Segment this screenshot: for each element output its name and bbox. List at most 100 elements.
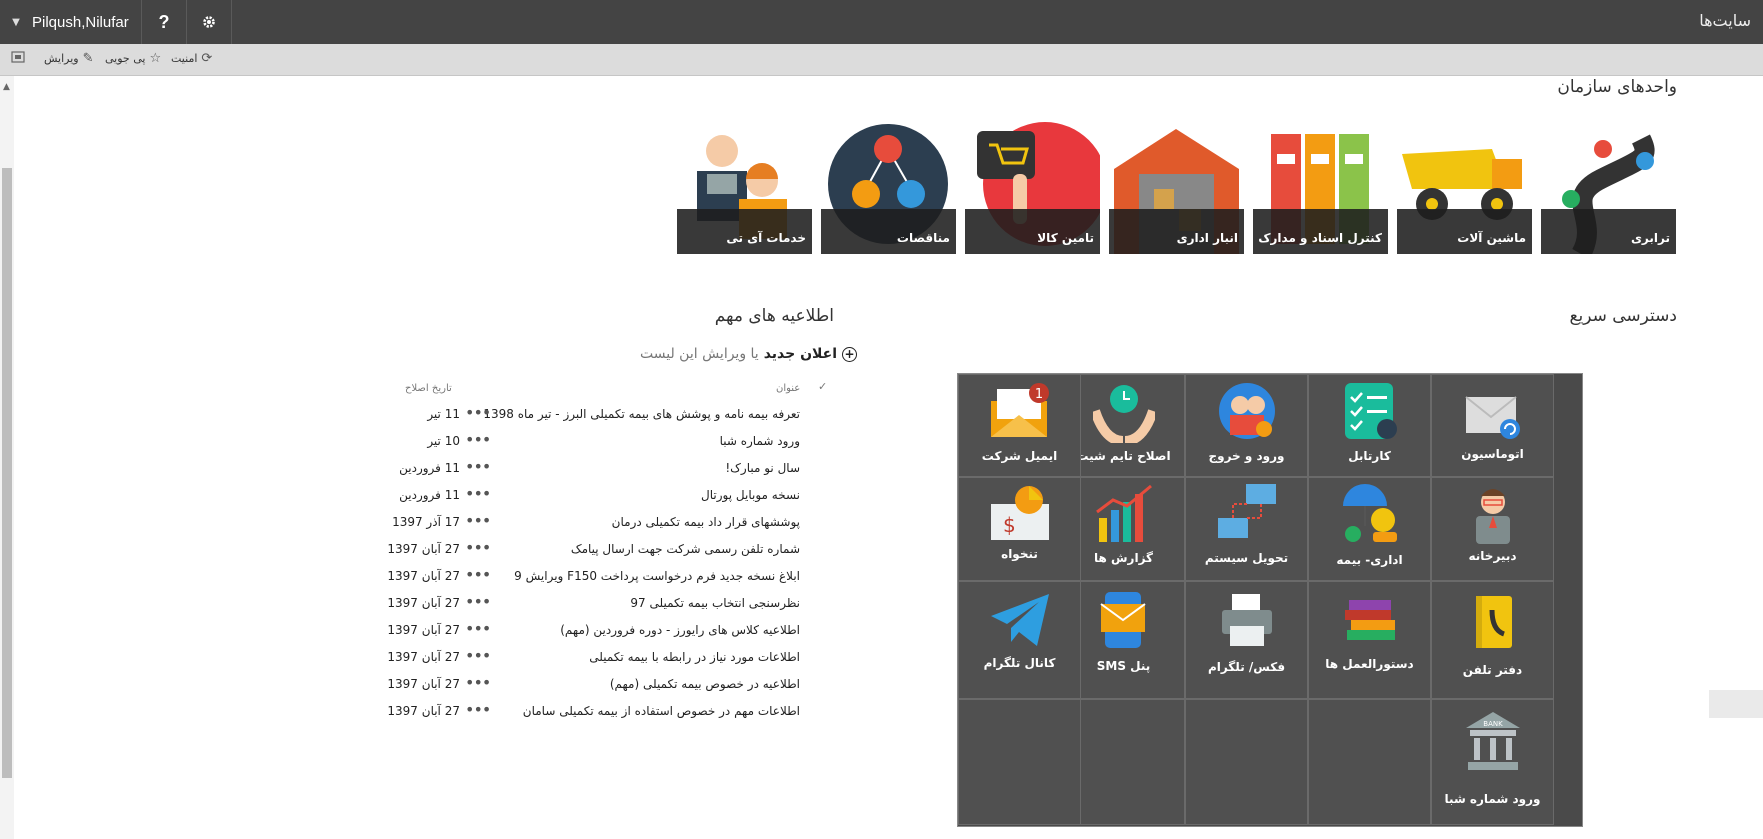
follow-label: پی جویی [105, 52, 146, 65]
more-options-icon[interactable]: ••• [465, 700, 491, 719]
column-header-title[interactable]: عنوان [776, 383, 800, 394]
announcement-title-link[interactable]: سال نو مبارک! [725, 461, 800, 475]
quick-company-email[interactable]: 1 ایمیل شرکت [958, 374, 1081, 477]
announcement-title-link[interactable]: ابلاغ نسخه جدید فرم درخواست پرداخت F150 … [514, 569, 800, 583]
announcement-title-link[interactable]: نسخه موبایل پورتال [701, 488, 800, 502]
quick-access-title: دسترسی سریع [1569, 306, 1677, 326]
tile-it-services[interactable]: خدمات آی تی [677, 119, 812, 254]
new-announcement-bar: + اعلان جدید یا ویرایش این لیست [640, 346, 858, 362]
tile-transport[interactable]: ترابری [1541, 119, 1676, 254]
more-options-icon[interactable]: ••• [465, 646, 491, 665]
quick-sheba-entry[interactable]: BANK ورود شماره شبا [1431, 699, 1554, 825]
modified-date: 27 آبان 1397 [387, 677, 460, 691]
quick-petty-cash[interactable]: $ تنخواه [958, 477, 1081, 581]
announcement-title-link[interactable]: تعرفه بیمه نامه و پوشش های بیمه تکمیلی ا… [483, 407, 800, 421]
list-item[interactable]: ورود شماره شبا ••• 10 تیر [380, 430, 800, 456]
vertical-scrollbar[interactable]: ▲ [0, 76, 14, 839]
select-all-checkmark[interactable]: ✓ [818, 380, 827, 393]
list-item[interactable]: اطلاعیه کلاس های رایورز - دوره فروردین (… [380, 619, 800, 645]
more-options-icon[interactable]: ••• [465, 538, 491, 557]
list-item[interactable]: ابلاغ نسخه جدید فرم درخواست پرداخت F150 … [380, 565, 800, 591]
quick-secretariat[interactable]: دبیرخانه [1431, 477, 1554, 581]
modified-date: 11 فروردین [399, 488, 460, 502]
column-header-modified[interactable]: تاریخ اصلاح [405, 383, 452, 394]
tile-label: ترابری [1541, 209, 1676, 254]
modified-date: 27 آبان 1397 [387, 650, 460, 664]
security-button[interactable]: امنیت ⟳ [171, 51, 212, 66]
quick-phone-book[interactable]: دفتر تلفن [1431, 581, 1554, 699]
list-item[interactable]: پوششهای قرار داد بیمه تکمیلی درمان ••• 17 … [380, 511, 800, 537]
tile-document-control[interactable]: کنترل اسناد و مدارک [1253, 119, 1388, 254]
modified-date: 27 آبان 1397 [387, 704, 460, 718]
bar-chart-icon [1096, 484, 1152, 542]
settings-button[interactable] [186, 0, 232, 44]
edit-button[interactable]: ویرایش ✎ [44, 51, 94, 66]
user-menu[interactable]: ▼ Pilqush,Nilufar [0, 0, 147, 44]
quick-admin-insurance[interactable]: اداری- بیمه [1308, 477, 1431, 581]
command-bar: ویرایش ✎ پی جویی ☆ امنیت ⟳ [0, 44, 1763, 76]
list-item[interactable]: شماره تلفن رسمی شرکت جهت ارسال پیامک ••• 2… [380, 538, 800, 564]
focus-icon [11, 51, 25, 63]
list-item[interactable]: نسخه موبایل پورتال ••• 11 فروردین [380, 484, 800, 510]
more-options-icon[interactable]: ••• [465, 403, 491, 422]
quick-instructions[interactable]: دستورالعمل ها [1308, 581, 1431, 699]
more-options-icon[interactable]: ••• [465, 430, 491, 449]
list-item[interactable]: اطلاعات مورد نیاز در رابطه با بیمه تکمیل… [380, 646, 800, 672]
user-name[interactable]: Pilqush,Nilufar [32, 14, 147, 31]
tile-label: مناقصات [821, 209, 956, 254]
announcement-title-link[interactable]: اطلاعات مورد نیاز در رابطه با بیمه تکمیل… [589, 650, 800, 664]
scrollbar-thumb[interactable] [2, 168, 12, 778]
more-options-icon[interactable]: ••• [465, 619, 491, 638]
list-item[interactable]: تعرفه بیمه نامه و پوشش های بیمه تکمیلی ا… [380, 403, 800, 429]
quick-system-delivery[interactable]: تحویل سیستم [1185, 477, 1308, 581]
help-button[interactable]: ? [141, 0, 186, 44]
announcement-title-link[interactable]: اطلاعیه در خصوص بیمه تکمیلی (مهم) [610, 677, 800, 691]
more-options-icon[interactable]: ••• [465, 565, 491, 584]
chevron-down-icon[interactable]: ▼ [0, 0, 32, 44]
quick-automation[interactable]: اتوماسیون [1431, 374, 1554, 477]
umbrella-coins-icon [1343, 484, 1397, 542]
quick-fax-telegram[interactable]: فکس/ تلگرام [1185, 581, 1308, 699]
announcement-title-link[interactable]: شماره تلفن رسمی شرکت جهت ارسال پیامک [571, 542, 800, 556]
follow-button[interactable]: پی جویی ☆ [105, 51, 161, 66]
add-circle-icon[interactable]: + [842, 346, 858, 362]
more-options-icon[interactable]: ••• [465, 592, 491, 611]
tile-tenders[interactable]: مناقصات [821, 119, 956, 254]
list-item[interactable]: اطلاعیه در خصوص بیمه تکمیلی (مهم) ••• 27 آ… [380, 673, 800, 699]
more-options-icon[interactable]: ••• [465, 457, 491, 476]
quick-empty-cell [958, 699, 1081, 825]
quick-entry-exit[interactable]: ورود و خروج [1185, 374, 1308, 477]
star-icon: ☆ [149, 51, 162, 66]
side-panel-handle[interactable] [1709, 690, 1763, 718]
announcement-title-link[interactable]: پوششهای قرار داد بیمه تکمیلی درمان [612, 515, 800, 529]
list-item[interactable]: اطلاعات مهم در خصوص استفاده از بیمه تکمی… [380, 700, 800, 726]
scroll-up-icon[interactable]: ▲ [3, 82, 10, 92]
sites-link[interactable]: سایت‌ها [1699, 11, 1751, 30]
petty-cash-icon: $ [991, 486, 1049, 540]
tile-label: کنترل اسناد و مدارک [1253, 209, 1388, 254]
announcement-title-link[interactable]: اطلاعات مهم در خصوص استفاده از بیمه تکمی… [523, 704, 800, 718]
announcement-title-link[interactable]: نظرسنجی انتخاب بیمه تکمیلی 97 [630, 596, 800, 610]
more-options-icon[interactable]: ••• [465, 673, 491, 692]
new-announcement-link[interactable]: اعلان جدید [764, 346, 837, 362]
edit-label: ویرایش [44, 52, 79, 65]
fax-icon [1222, 594, 1272, 646]
more-options-icon[interactable]: ••• [465, 484, 491, 503]
list-item[interactable]: نظرسنجی انتخاب بیمه تکمیلی 97 ••• 27 آبان … [380, 592, 800, 618]
quick-access-grid: اتوماسیون کارتابل ورود و خروج اصلاح تایم… [957, 373, 1583, 827]
quick-telegram-channel[interactable]: کانال تلگرام [958, 581, 1081, 699]
clerk-icon [1476, 489, 1510, 544]
tile-machinery[interactable]: ماشین آلات [1397, 119, 1532, 254]
more-options-icon[interactable]: ••• [465, 511, 491, 530]
list-item[interactable]: سال نو مبارک! ••• 11 فروردین [380, 457, 800, 483]
tile-procurement[interactable]: تامین کالا [965, 119, 1100, 254]
focus-content-button[interactable] [11, 51, 25, 63]
telegram-icon [991, 594, 1049, 646]
quick-cartable[interactable]: کارتابل [1308, 374, 1431, 477]
quick-empty-cell [1308, 699, 1431, 825]
tile-office-warehouse[interactable]: انبار اداری [1109, 119, 1244, 254]
announcement-title-link[interactable]: اطلاعیه کلاس های رایورز - دوره فروردین (… [560, 623, 800, 637]
announcement-title-link[interactable]: ورود شماره شبا [720, 434, 800, 448]
bank-sign: BANK [1483, 720, 1503, 728]
edit-list-link[interactable]: یا ویرایش این لیست [640, 346, 759, 362]
